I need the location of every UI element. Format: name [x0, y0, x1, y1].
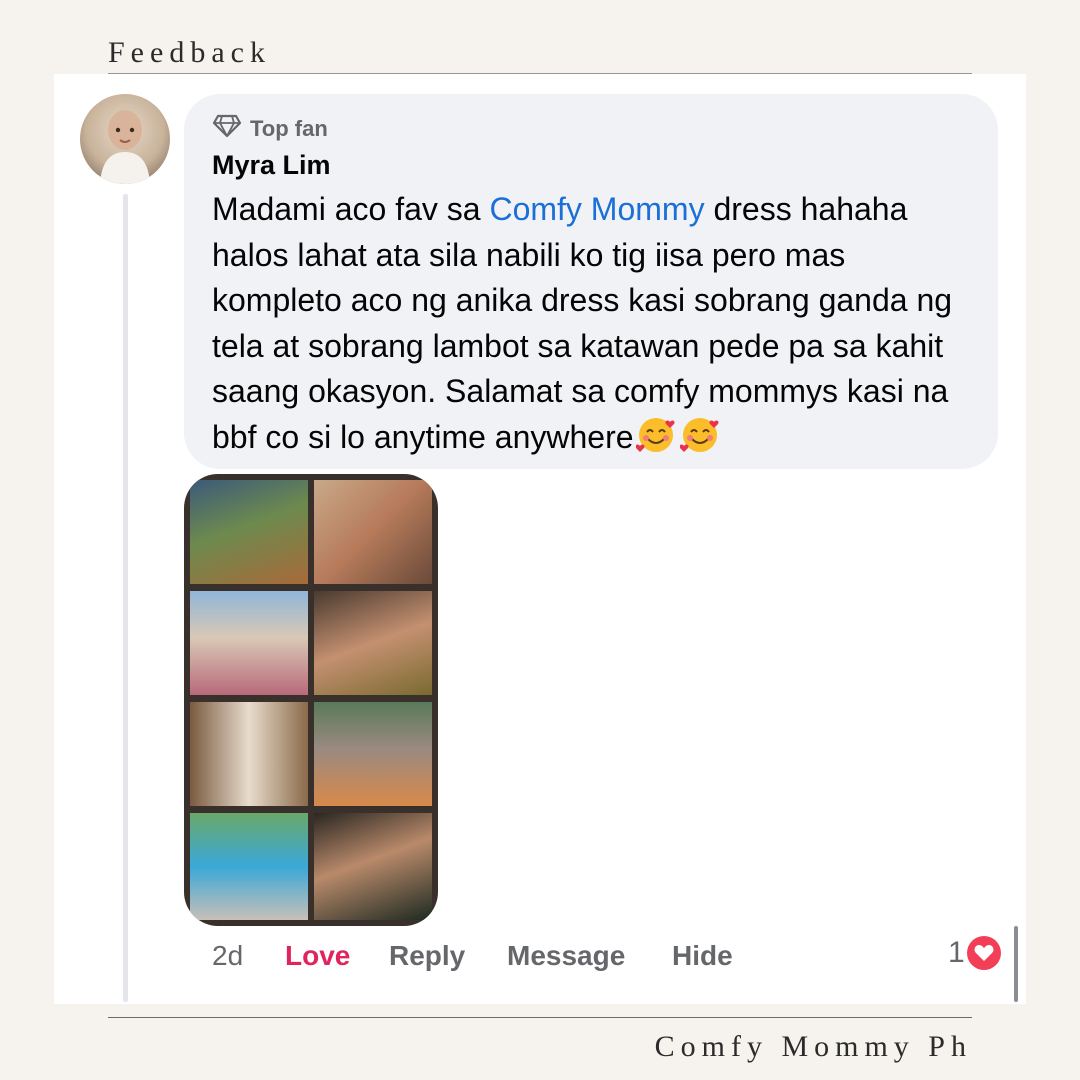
photo-tile[interactable]: [190, 813, 308, 920]
message-button[interactable]: Message: [507, 940, 625, 972]
reply-button[interactable]: Reply: [389, 940, 465, 972]
hide-button[interactable]: Hide: [672, 940, 733, 972]
photo-collage[interactable]: [184, 474, 438, 926]
page-title: Feedback: [108, 36, 271, 69]
comment-card: Top fan Myra Lim Madami aco fav sa Comfy…: [54, 74, 1026, 1004]
photo-tile[interactable]: [314, 813, 432, 920]
badge-label: Top fan: [250, 115, 328, 141]
top-fan-badge[interactable]: Top fan: [212, 114, 328, 143]
photo-tile[interactable]: [314, 480, 432, 584]
love-button[interactable]: Love: [285, 940, 350, 972]
photo-tile[interactable]: [314, 702, 432, 806]
smiling-face-with-hearts-icon: [679, 416, 722, 467]
comment-timestamp[interactable]: 2d: [212, 940, 243, 972]
smiling-face-with-hearts-icon: [635, 416, 678, 467]
photo-tile[interactable]: [314, 591, 432, 695]
photo-tile[interactable]: [190, 591, 308, 695]
comment-bubble: Top fan Myra Lim Madami aco fav sa Comfy…: [184, 94, 998, 469]
thread-line: [123, 194, 128, 1002]
reaction-summary[interactable]: 1: [948, 936, 1001, 970]
scrollbar[interactable]: [1014, 926, 1018, 1002]
divider-bottom: [108, 1017, 972, 1018]
comment-author[interactable]: Myra Lim: [212, 150, 331, 181]
love-icon: [966, 936, 1001, 970]
footer-brand: Comfy Mommy Ph: [654, 1030, 972, 1063]
comment-text: Madami aco fav sa Comfy Mommy dress haha…: [212, 187, 982, 466]
photo-tile[interactable]: [190, 480, 308, 584]
comment-text-start: Madami aco fav sa: [212, 191, 490, 227]
photo-tile[interactable]: [190, 702, 308, 806]
avatar[interactable]: [80, 94, 170, 184]
reaction-count: 1: [948, 936, 965, 969]
page-mention-link[interactable]: Comfy Mommy: [489, 191, 704, 227]
diamond-icon: [212, 114, 242, 143]
comment-text-rest: dress hahaha halos lahat ata sila nabili…: [212, 191, 953, 455]
